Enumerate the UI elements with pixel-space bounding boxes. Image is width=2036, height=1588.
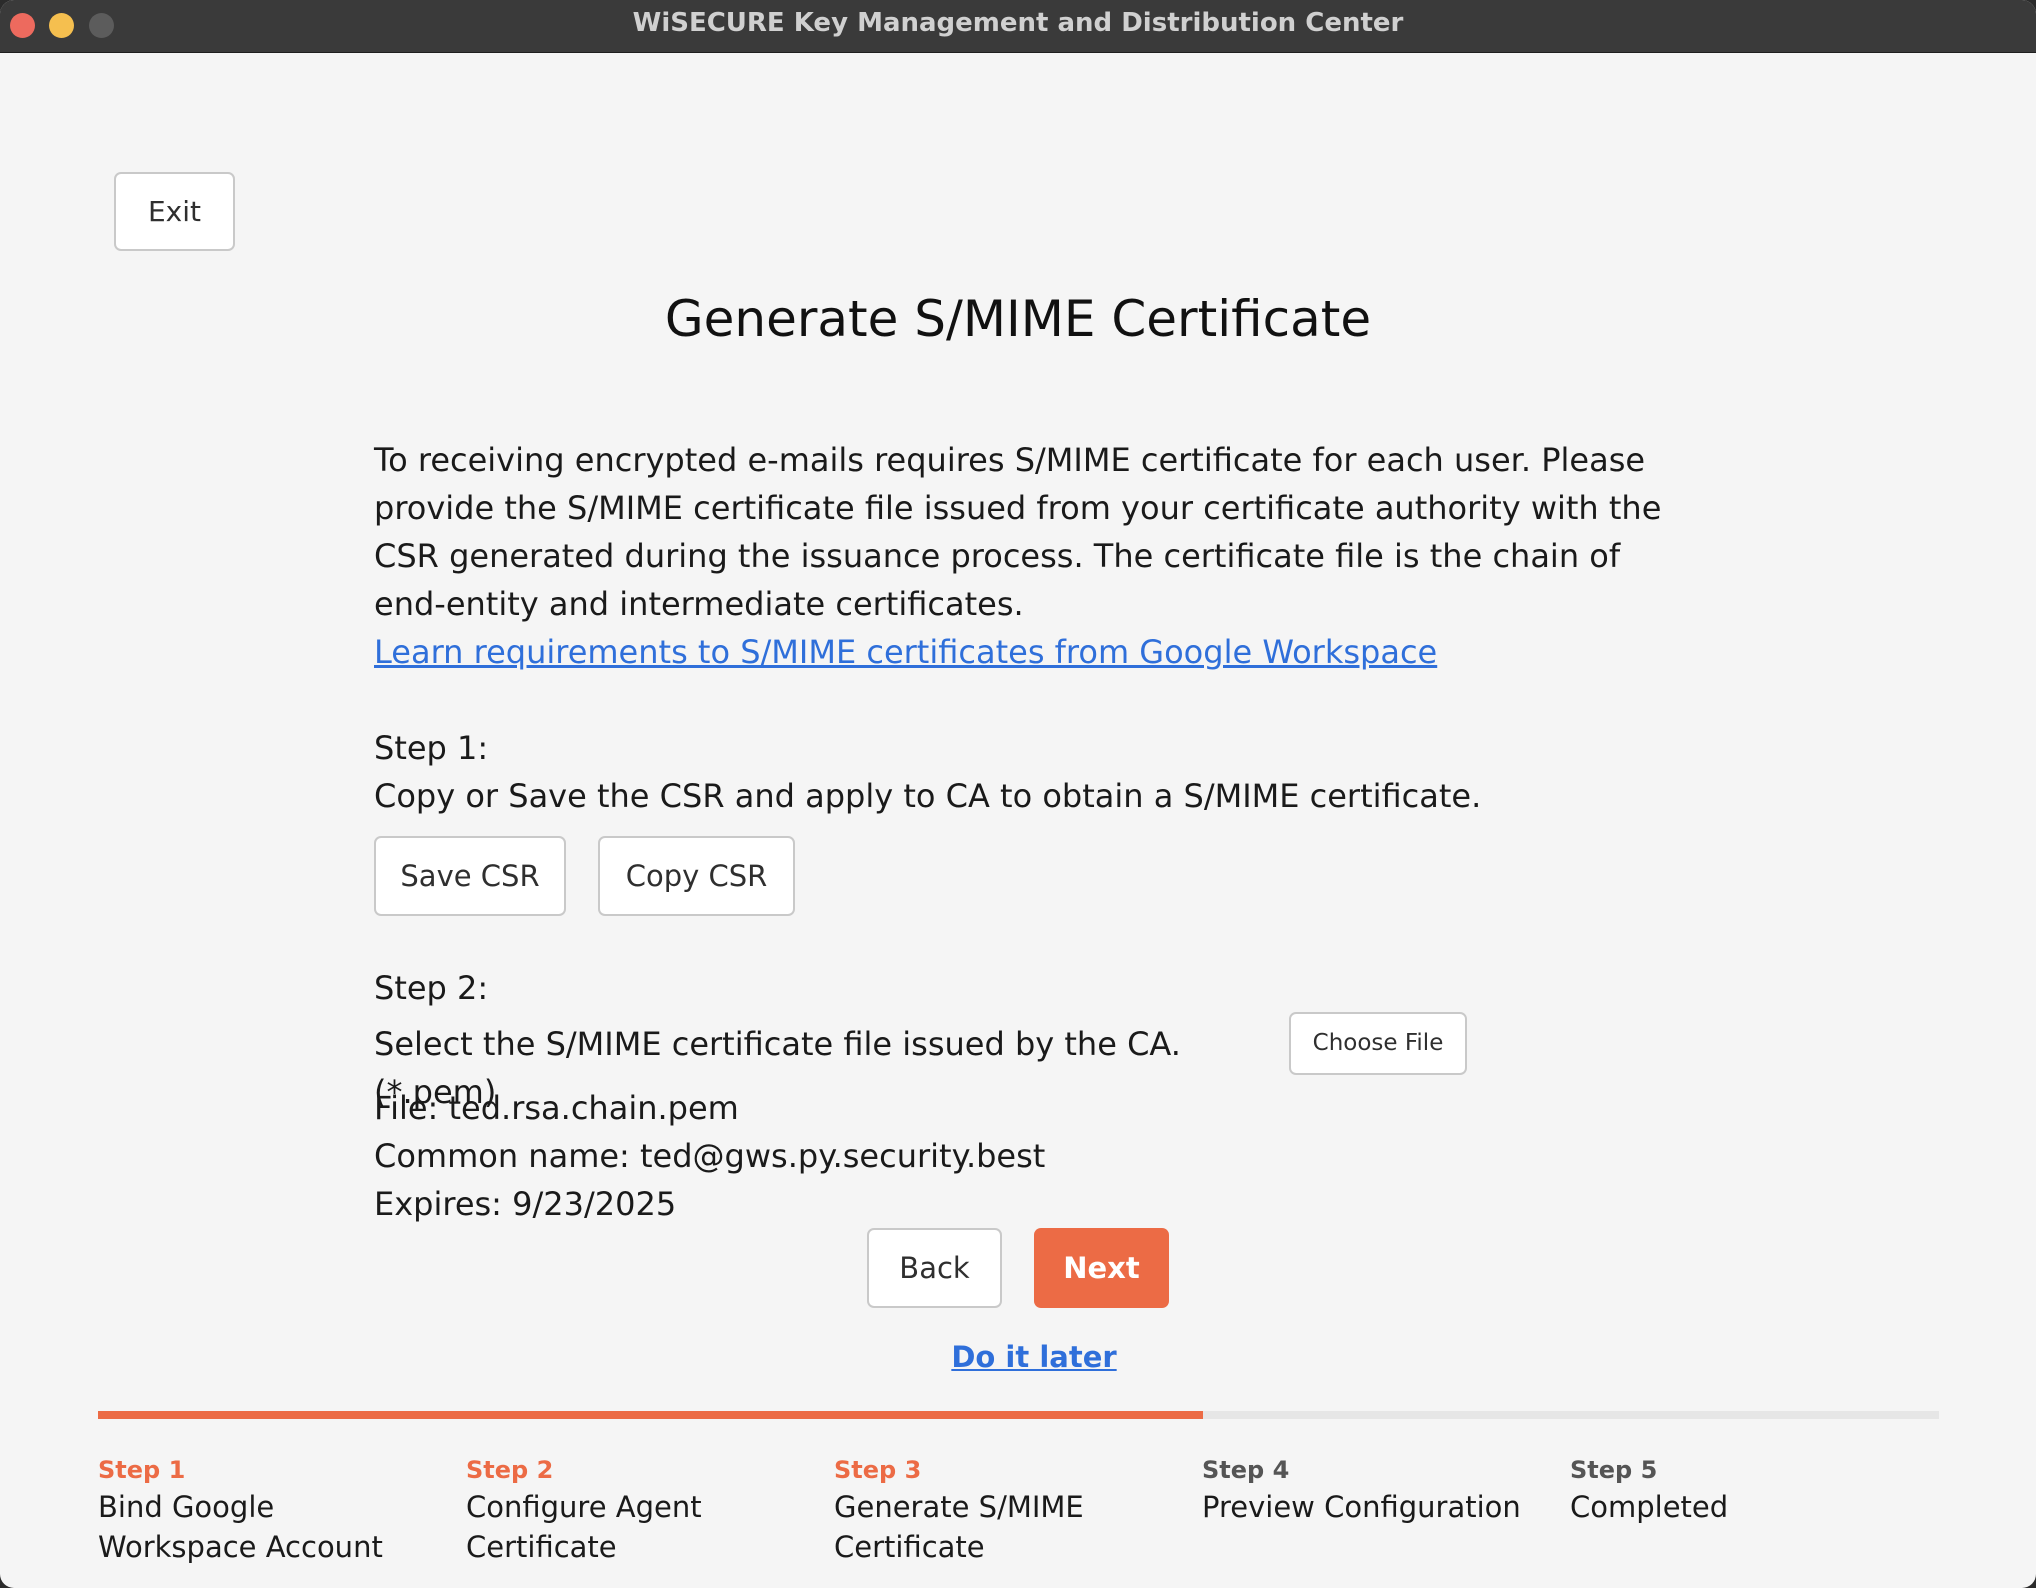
progress-bar-fill [98,1411,1203,1419]
step1-description: Copy or Save the CSR and apply to CA to … [374,777,1482,815]
file-name: File: ted.rsa.chain.pem [374,1089,739,1127]
step1-label: Step 1: [374,729,489,767]
common-name: Common name: ted@gws.py.security.best [374,1137,1046,1175]
intro-text: To receiving encrypted e-mails requires … [374,441,1662,623]
save-csr-button[interactable]: Save CSR [374,836,566,916]
app-window: WiSECURE Key Management and Distribution… [0,0,2036,1588]
stepper-step-label: Bind Google Workspace Account [98,1490,383,1564]
stepper-step-number: Step 4 [1202,1456,1290,1484]
stepper-step-label: Completed [1570,1490,1729,1524]
back-button[interactable]: Back [867,1228,1002,1308]
learn-requirements-link[interactable]: Learn requirements to S/MIME certificate… [374,633,1437,671]
choose-file-button[interactable]: Choose File [1289,1012,1467,1075]
exit-button[interactable]: Exit [114,172,235,251]
expires-date: Expires: 9/23/2025 [374,1185,677,1223]
stepper-step-number: Step 5 [1570,1456,1658,1484]
intro-section: To receiving encrypted e-mails requires … [374,436,1684,676]
stepper-step-number: Step 3 [834,1456,922,1484]
stepper-step-2: Step 2 Configure Agent Certificate [466,1453,806,1567]
stepper-step-1: Step 1 Bind Google Workspace Account [98,1453,438,1567]
step2-label: Step 2: [374,969,489,1007]
stepper-step-number: Step 1 [98,1456,186,1484]
stepper-step-4: Step 4 Preview Configuration [1202,1453,1542,1527]
title-bar: WiSECURE Key Management and Distribution… [0,0,2036,53]
window-title: WiSECURE Key Management and Distribution… [632,8,1404,38]
do-it-later-link[interactable]: Do it later [0,1340,2036,1374]
next-button[interactable]: Next [1034,1228,1169,1308]
stepper-step-label: Generate S/MIME Certificate [834,1490,1084,1564]
stepper-step-label: Preview Configuration [1202,1490,1521,1524]
stepper-step-label: Configure Agent Certificate [466,1490,702,1564]
stepper-step-number: Step 2 [466,1456,554,1484]
stepper-step-5: Step 5 Completed [1570,1453,1910,1527]
copy-csr-button[interactable]: Copy CSR [598,836,795,916]
page-title: Generate S/MIME Certificate [664,290,1372,348]
file-info: File: ted.rsa.chain.pem Common name: ted… [374,1084,1684,1228]
progress-bar [98,1411,1939,1419]
stepper-step-3: Step 3 Generate S/MIME Certificate [834,1453,1174,1567]
